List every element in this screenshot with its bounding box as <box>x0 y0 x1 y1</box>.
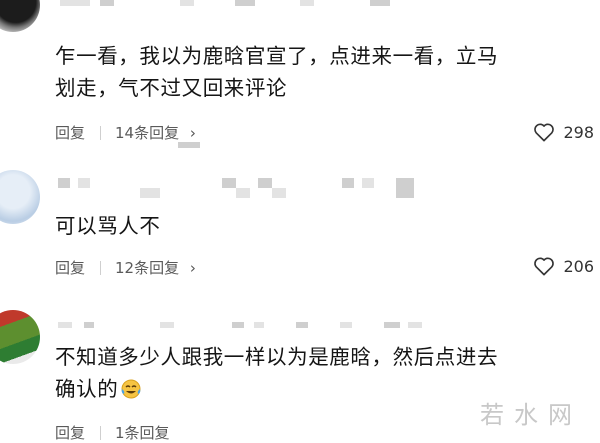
comment-actions: 回复 1条回复 <box>55 422 170 443</box>
avatar[interactable] <box>0 310 40 364</box>
replies-count-label: 12条回复 <box>115 259 180 277</box>
like-count: 298 <box>563 122 594 142</box>
like-count: 206 <box>563 256 594 276</box>
comment-text-line: 划走，气不过又回来评论 <box>55 76 288 100</box>
blurred-block <box>178 142 200 148</box>
avatar[interactable] <box>0 170 40 224</box>
chevron-right-icon: › <box>189 259 196 277</box>
comment-text: 可以骂人不 <box>55 210 585 242</box>
divider <box>100 125 102 140</box>
chevron-right-icon: › <box>189 124 196 142</box>
replies-count-label: 1条回复 <box>115 424 170 442</box>
like-button[interactable]: 206 <box>533 256 594 276</box>
reply-button[interactable]: 回复 <box>55 122 85 143</box>
divider <box>100 425 102 440</box>
heart-outline-icon <box>534 123 555 142</box>
comment-actions: 回复 12条回复 › <box>55 257 196 278</box>
comment-text-line: 不知道多少人跟我一样以为是鹿晗，然后点进去 <box>55 345 499 369</box>
divider <box>100 260 102 275</box>
reply-button[interactable]: 回复 <box>55 257 85 278</box>
view-replies-link[interactable]: 14条回复 › <box>115 122 196 143</box>
crying-laughing-emoji-icon <box>120 376 142 408</box>
like-button[interactable]: 298 <box>533 122 594 142</box>
replies-count-label: 14条回复 <box>115 124 180 142</box>
view-replies-link[interactable]: 12条回复 › <box>115 257 196 278</box>
heart-outline-icon <box>534 257 555 276</box>
comment-text-span: 确认的 <box>55 377 119 401</box>
comment-text-line: 乍一看，我以为鹿晗官宣了，点进来一看，立马 <box>55 44 499 68</box>
comment-text: 乍一看，我以为鹿晗官宣了，点进来一看，立马 划走，气不过又回来评论 <box>55 40 585 104</box>
comment-text-line: 可以骂人不 <box>55 214 161 238</box>
watermark: 若水网 <box>480 401 582 429</box>
comment-actions: 回复 14条回复 › <box>55 122 196 143</box>
view-replies-link[interactable]: 1条回复 <box>115 422 170 443</box>
reply-button[interactable]: 回复 <box>55 422 85 443</box>
avatar[interactable] <box>0 0 40 32</box>
